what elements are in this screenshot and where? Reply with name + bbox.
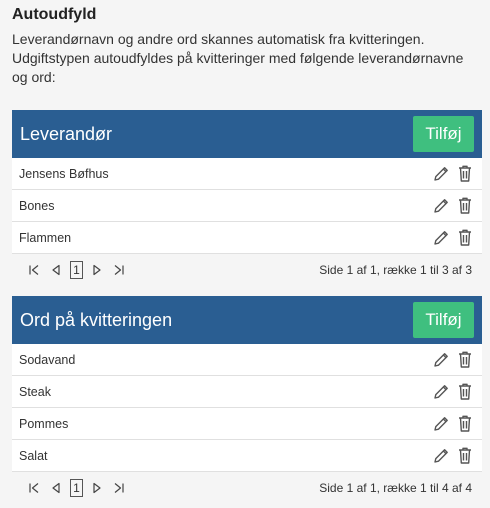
pager-controls: 1: [26, 261, 127, 279]
word-label: Sodavand: [19, 352, 76, 367]
prev-page-icon[interactable]: [48, 262, 64, 278]
suppliers-header: Leverandør Tilføj: [12, 110, 482, 158]
list-item: Pommes: [12, 408, 482, 440]
pencil-icon[interactable]: [432, 164, 450, 184]
pager-info: Side 1 af 1, række 1 til 3 af 3: [319, 263, 472, 277]
pencil-icon[interactable]: [432, 414, 450, 434]
list-item: Steak: [12, 376, 482, 408]
pager-controls: 1: [26, 479, 127, 497]
words-panel: Ord på kvitteringen Tilføj Sodavand Stea…: [12, 296, 482, 504]
trash-icon[interactable]: [456, 414, 474, 434]
pencil-icon[interactable]: [432, 382, 450, 402]
last-page-icon[interactable]: [111, 262, 127, 278]
word-label: Pommes: [19, 416, 69, 431]
list-item: Sodavand: [12, 344, 482, 376]
suppliers-title: Leverandør: [20, 123, 113, 144]
words-header: Ord på kvitteringen Tilføj: [12, 296, 482, 344]
trash-icon[interactable]: [456, 196, 474, 216]
pager-info: Side 1 af 1, række 1 til 4 af 4: [319, 481, 472, 495]
list-item: Bones: [12, 190, 482, 222]
last-page-icon[interactable]: [111, 480, 127, 496]
trash-icon[interactable]: [456, 228, 474, 248]
list-item: Flammen: [12, 222, 482, 254]
word-label: Salat: [19, 448, 48, 463]
next-page-icon[interactable]: [89, 480, 105, 496]
list-item: Salat: [12, 440, 482, 472]
row-actions: [432, 228, 474, 248]
trash-icon[interactable]: [456, 350, 474, 370]
first-page-icon[interactable]: [26, 262, 42, 278]
row-actions: [432, 446, 474, 466]
suppliers-list: Jensens Bøfhus Bones Flammen: [12, 158, 482, 254]
word-label: Steak: [19, 384, 51, 399]
add-supplier-button[interactable]: Tilføj: [413, 116, 474, 152]
current-page[interactable]: 1: [70, 261, 83, 279]
supplier-label: Bones: [19, 198, 55, 213]
row-actions: [432, 414, 474, 434]
pencil-icon[interactable]: [432, 196, 450, 216]
add-word-button[interactable]: Tilføj: [413, 302, 474, 338]
suppliers-panel: Leverandør Tilføj Jensens Bøfhus Bones F…: [12, 110, 482, 286]
row-actions: [432, 382, 474, 402]
words-title: Ord på kvitteringen: [20, 309, 173, 330]
row-actions: [432, 350, 474, 370]
autofill-description: Leverandørnavn og andre ord skannes auto…: [12, 31, 464, 85]
words-list: Sodavand Steak Pommes Salat: [12, 344, 482, 472]
row-actions: [432, 164, 474, 184]
prev-page-icon[interactable]: [48, 480, 64, 496]
suppliers-pager: 1 Side 1 af 1, række 1 til 3 af 3: [12, 254, 482, 286]
trash-icon[interactable]: [456, 446, 474, 466]
supplier-label: Flammen: [19, 230, 72, 245]
pencil-icon[interactable]: [432, 228, 450, 248]
trash-icon[interactable]: [456, 382, 474, 402]
list-item: Jensens Bøfhus: [12, 158, 482, 190]
first-page-icon[interactable]: [26, 480, 42, 496]
pencil-icon[interactable]: [432, 446, 450, 466]
supplier-label: Jensens Bøfhus: [19, 166, 109, 181]
row-actions: [432, 196, 474, 216]
next-page-icon[interactable]: [89, 262, 105, 278]
words-pager: 1 Side 1 af 1, række 1 til 4 af 4: [12, 472, 482, 504]
trash-icon[interactable]: [456, 164, 474, 184]
current-page[interactable]: 1: [70, 479, 83, 497]
autofill-heading: Autoudfyld: [12, 6, 97, 23]
pencil-icon[interactable]: [432, 350, 450, 370]
